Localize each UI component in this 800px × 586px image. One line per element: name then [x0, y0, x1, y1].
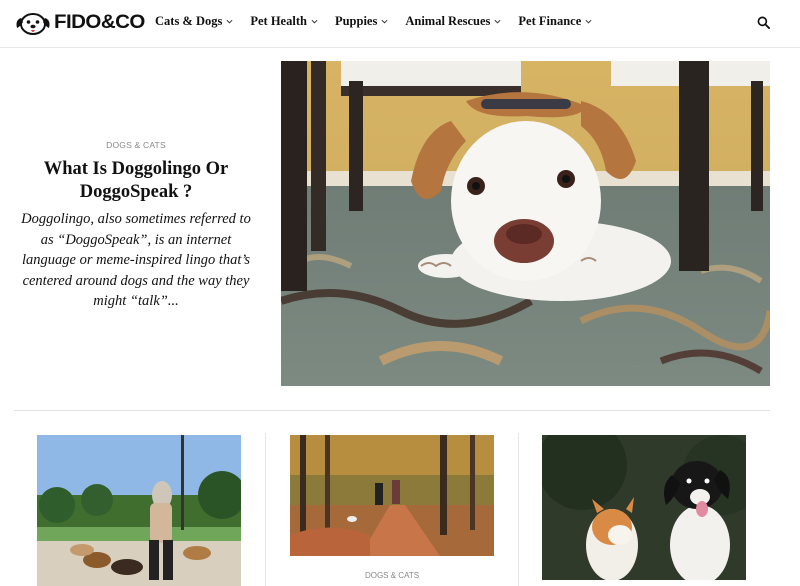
chevron-down-icon — [381, 19, 388, 24]
article-card-3[interactable] — [542, 435, 746, 580]
dog-logo-icon — [16, 13, 50, 35]
nav-item-label: Cats & Dogs — [155, 14, 223, 28]
hero-title[interactable]: What Is Doggolingo Or DoggoSpeak ? — [14, 158, 258, 204]
nav-item-cats-dogs[interactable]: Cats & Dogs — [155, 14, 233, 29]
nav-item-puppies[interactable]: Puppies — [335, 14, 388, 29]
hero-image[interactable] — [281, 61, 770, 386]
chevron-down-icon — [585, 19, 592, 24]
nav-item-pet-health[interactable]: Pet Health — [250, 14, 318, 29]
card-image-dog-walker[interactable] — [37, 435, 241, 586]
nav-item-label: Pet Health — [250, 14, 307, 28]
hero-excerpt: Doggolingo, also sometimes referred to a… — [21, 211, 251, 309]
card-image-forest-walk[interactable] — [290, 435, 494, 556]
column-divider — [518, 433, 519, 586]
logo-wordmark: FIDO&CO — [54, 12, 145, 33]
chevron-down-icon — [226, 19, 233, 24]
site-logo[interactable]: FIDO&CO — [14, 10, 145, 36]
search-icon[interactable] — [757, 16, 770, 29]
chevron-down-icon — [494, 19, 501, 24]
article-card-2[interactable] — [290, 435, 494, 556]
hero-article: DOGS & CATS What Is Doggolingo Or DoggoS… — [14, 140, 258, 312]
article-card-1[interactable] — [37, 435, 241, 586]
card-image-cat-and-dog[interactable] — [542, 435, 746, 580]
nav-item-label: Puppies — [334, 14, 378, 28]
card-category[interactable]: DOGS & CATS — [290, 571, 494, 580]
hero-category[interactable]: DOGS & CATS — [14, 140, 258, 150]
nav-item-pet-finance[interactable]: Pet Finance — [518, 14, 592, 29]
site-header: FIDO&CO Cats & Dogs Pet Health Puppies A… — [0, 0, 800, 48]
chevron-down-icon — [311, 19, 318, 24]
column-divider — [265, 433, 266, 586]
nav-item-label: Animal Rescues — [405, 14, 491, 28]
nav-item-label: Pet Finance — [518, 14, 582, 28]
section-divider — [14, 410, 770, 411]
nav-item-animal-rescues[interactable]: Animal Rescues — [405, 14, 501, 29]
main-nav: Cats & Dogs Pet Health Puppies Animal Re… — [155, 14, 609, 29]
